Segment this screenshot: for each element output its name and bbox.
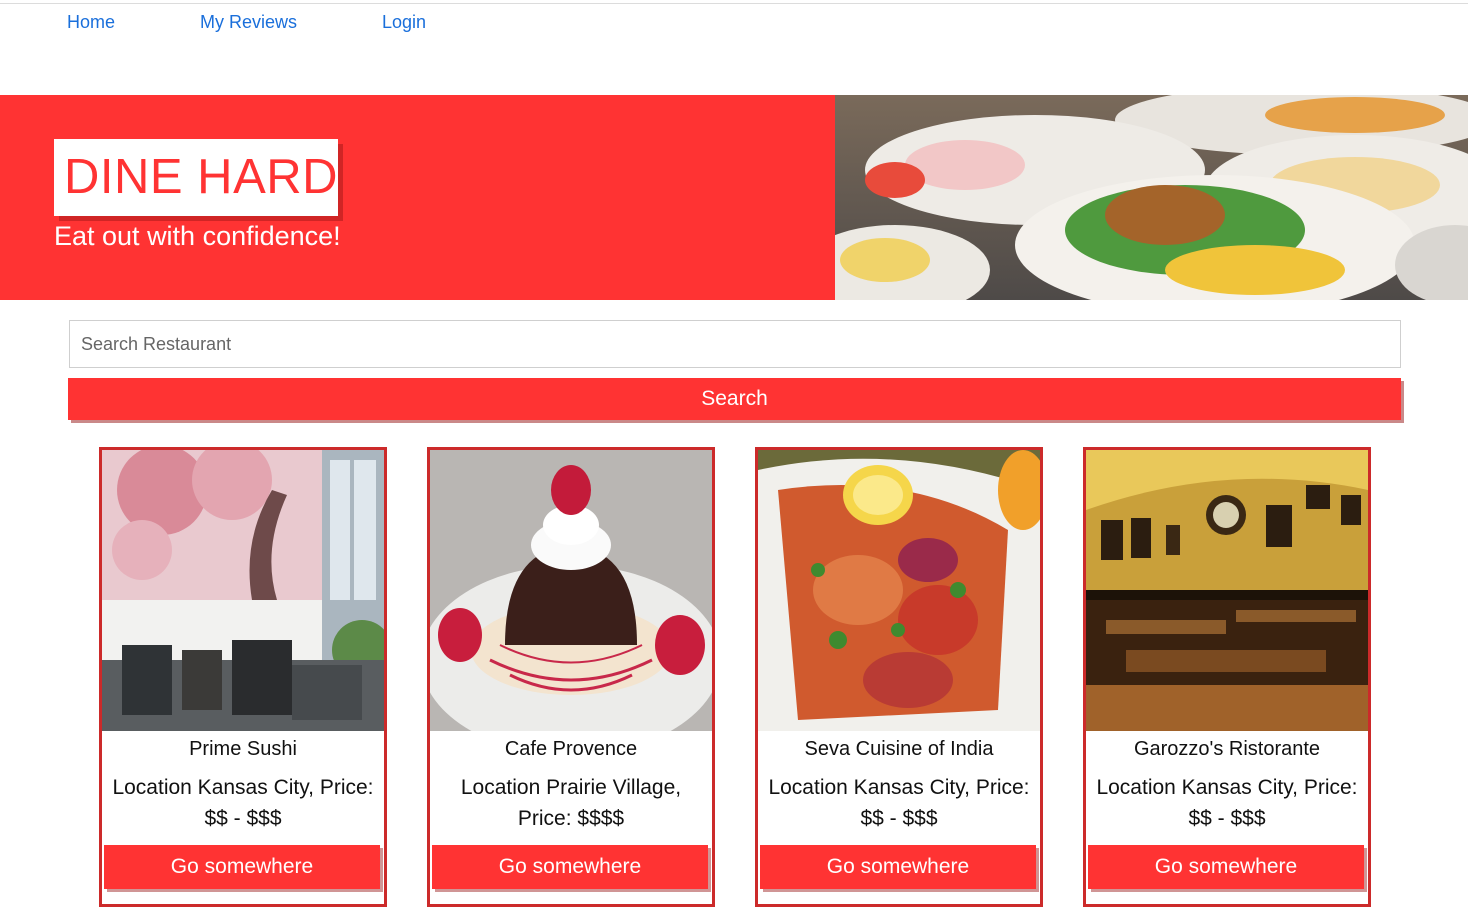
go-somewhere-button[interactable]: Go somewhere	[104, 845, 380, 889]
restaurant-location-price: Location Kansas City, Price: $$ - $$$	[112, 776, 374, 830]
restaurant-name: Prime Sushi	[189, 738, 297, 760]
restaurant-card-prime-sushi: Prime Sushi Location Kansas City, Price:…	[99, 447, 387, 907]
restaurant-card-garozzos: Garozzo's Ristorante Location Kansas Cit…	[1083, 447, 1371, 907]
restaurant-card-cafe-provence: Cafe Provence Location Prairie Village, …	[427, 447, 715, 907]
restaurant-location-price: Location Kansas City, Price: $$ - $$$	[1096, 776, 1358, 830]
nav-link-my-reviews[interactable]: My Reviews	[200, 12, 297, 33]
restaurant-card-seva-cuisine: Seva Cuisine of India Location Kansas Ci…	[755, 447, 1043, 907]
brand-logo-box: DINE HARD	[54, 139, 338, 216]
search-input[interactable]	[69, 320, 1401, 368]
restaurant-name: Cafe Provence	[504, 738, 638, 760]
brand-title: DINE HARD	[64, 150, 339, 204]
restaurant-name: Garozzo's Ristorante	[1133, 738, 1321, 760]
search-button[interactable]: Search	[68, 378, 1401, 420]
restaurant-location-price: Location Kansas City, Price: $$ - $$$	[768, 776, 1030, 830]
nav-link-login[interactable]: Login	[382, 12, 426, 33]
hero-tagline: Eat out with confidence!	[54, 221, 341, 251]
restaurant-image	[102, 450, 384, 731]
restaurant-image	[430, 450, 712, 731]
hero-banner: DINE HARD Eat out with confidence!	[0, 95, 1468, 300]
top-nav: Home My Reviews Login	[0, 12, 700, 40]
top-divider	[0, 3, 1468, 4]
restaurant-image	[1086, 450, 1368, 731]
go-somewhere-button[interactable]: Go somewhere	[1088, 845, 1364, 889]
go-somewhere-button[interactable]: Go somewhere	[432, 845, 708, 889]
restaurant-location-price: Location Prairie Village, Price: $$$$	[460, 776, 682, 830]
hero-food-image	[835, 95, 1468, 300]
go-somewhere-button[interactable]: Go somewhere	[760, 845, 1036, 889]
restaurant-name: Seva Cuisine of India	[804, 738, 994, 760]
restaurant-image	[758, 450, 1040, 731]
nav-link-home[interactable]: Home	[67, 12, 115, 33]
